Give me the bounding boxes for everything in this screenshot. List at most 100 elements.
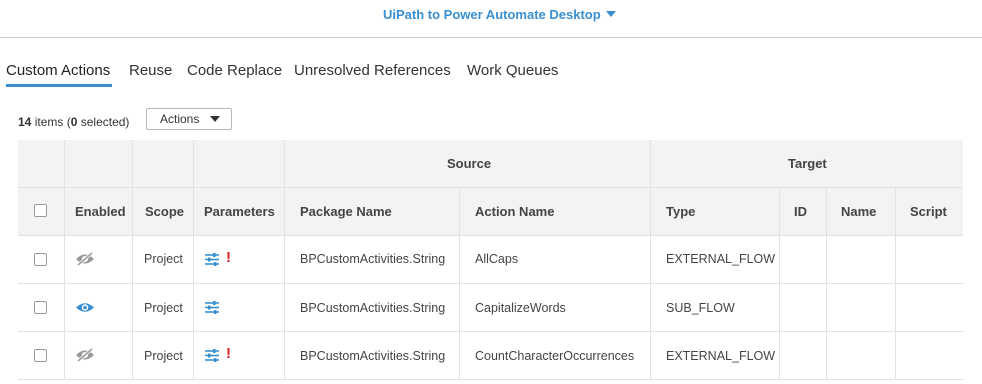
table-row-2-scope: Project (133, 284, 194, 332)
target-group-header: Target (651, 140, 963, 188)
package-name-value: BPCustomActivities.String (300, 301, 446, 315)
table-row-1-script (896, 236, 963, 284)
table-row-3-package: BPCustomActivities.String (285, 332, 460, 380)
table-row-2-name (827, 284, 896, 332)
action-name-value: AllCaps (475, 252, 519, 266)
column-label: Enabled (75, 204, 126, 219)
table-row-3-parameters: ! (194, 332, 285, 380)
row-checkbox[interactable] (34, 349, 47, 362)
row-checkbox[interactable] (34, 301, 47, 314)
column-header-parameters[interactable]: Parameters (194, 188, 285, 236)
column-header-script[interactable]: Script (896, 188, 963, 236)
select-all-cell (18, 188, 65, 236)
header-blank-cell (65, 140, 133, 188)
table-row-1-package: BPCustomActivities.String (285, 236, 460, 284)
table-row-1-scope: Project (133, 236, 194, 284)
tab-code-replace[interactable]: Code Replace (187, 62, 282, 79)
warning-icon: ! (226, 345, 231, 362)
table-row-2-select (18, 284, 65, 332)
source-group-label: Source (447, 156, 492, 171)
table-row-2-action: CapitalizeWords (460, 284, 651, 332)
eye-slash-icon[interactable] (75, 348, 95, 362)
column-label: Scope (145, 204, 185, 219)
header-blank-cell (133, 140, 194, 188)
item-count: 14 (18, 115, 32, 129)
table-row-2-type: SUB_FLOW (651, 284, 780, 332)
column-header-type[interactable]: Type (651, 188, 780, 236)
sliders-icon[interactable] (204, 349, 220, 362)
table-row-2-script (896, 284, 963, 332)
table-row-3-action: CountCharacterOccurrences (460, 332, 651, 380)
column-header-action-name[interactable]: Action Name (460, 188, 651, 236)
type-value: SUB_FLOW (666, 301, 735, 315)
warning-icon: ! (226, 249, 231, 266)
target-group-label: Target (788, 156, 827, 171)
caret-down-icon[interactable] (606, 11, 616, 17)
eye-slash-icon[interactable] (75, 252, 95, 266)
tab-unresolved-references[interactable]: Unresolved References (294, 62, 451, 79)
column-header-package-name[interactable]: Package Name (285, 188, 460, 236)
table-row-1-type: EXTERNAL_FLOW (651, 236, 780, 284)
table-row-2-package: BPCustomActivities.String (285, 284, 460, 332)
type-value: EXTERNAL_FLOW (666, 349, 776, 363)
table-row-3-name (827, 332, 896, 380)
scope-value: Project (144, 301, 183, 315)
table-row-1-parameters: ! (194, 236, 285, 284)
column-label: Name (841, 204, 877, 219)
column-label: Package Name (300, 204, 392, 219)
sliders-icon[interactable] (204, 301, 220, 314)
conversion-header: UiPath to Power Automate Desktop (0, 0, 982, 38)
column-label: ID (794, 204, 807, 219)
custom-actions-table: Source Target Enabled Scope Parameters P… (18, 140, 963, 384)
column-label: Action Name (475, 204, 555, 219)
table-row-3-scope: Project (133, 332, 194, 380)
table-row-2-parameters (194, 284, 285, 332)
actions-dropdown-button[interactable]: Actions (146, 108, 232, 130)
table-row-3-select (18, 332, 65, 380)
items-label: items ( (34, 115, 71, 129)
column-header-enabled[interactable]: Enabled (65, 188, 133, 236)
table-row-3-enabled (65, 332, 133, 380)
column-header-id[interactable]: ID (780, 188, 827, 236)
table-row-3-type: EXTERNAL_FLOW (651, 332, 780, 380)
tab-work-queues[interactable]: Work Queues (467, 62, 558, 79)
row-checkbox[interactable] (34, 253, 47, 266)
caret-down-icon (210, 116, 220, 122)
table-row-1-select (18, 236, 65, 284)
column-label: Script (910, 204, 947, 219)
sliders-icon[interactable] (204, 253, 220, 266)
tab-reuse[interactable]: Reuse (129, 62, 172, 79)
tab-custom-actions[interactable]: Custom Actions (6, 62, 110, 79)
package-name-value: BPCustomActivities.String (300, 349, 446, 363)
column-header-name[interactable]: Name (827, 188, 896, 236)
type-value: EXTERNAL_FLOW (666, 252, 776, 266)
table-row-1-name (827, 236, 896, 284)
select-all-checkbox[interactable] (34, 204, 47, 217)
header-blank-cell (18, 140, 65, 188)
table-row-3-script (896, 332, 963, 380)
table-row-1-enabled (65, 236, 133, 284)
table-row-3-id (780, 332, 827, 380)
tab-bar: Custom Actions Reuse Code Replace Unreso… (0, 54, 982, 86)
selection-count: 14 items (0 selected) (18, 115, 129, 129)
selected-count: 0 (70, 115, 78, 129)
action-name-value: CapitalizeWords (475, 301, 566, 315)
package-name-value: BPCustomActivities.String (300, 252, 446, 266)
scope-value: Project (144, 349, 183, 363)
selected-label: selected) (80, 115, 130, 129)
source-group-header: Source (285, 140, 651, 188)
table-row-1-action: AllCaps (460, 236, 651, 284)
header-blank-cell (194, 140, 285, 188)
table-row-1-id (780, 236, 827, 284)
column-label: Type (666, 204, 696, 219)
table-row-2-id (780, 284, 827, 332)
conversion-selector[interactable]: UiPath to Power Automate Desktop (383, 7, 601, 22)
active-tab-indicator (6, 84, 112, 87)
eye-icon[interactable] (75, 301, 95, 314)
actions-label: Actions (160, 112, 200, 126)
action-name-value: CountCharacterOccurrences (475, 349, 635, 363)
table-row-2-enabled (65, 284, 133, 332)
column-header-scope[interactable]: Scope (133, 188, 194, 236)
scope-value: Project (144, 252, 183, 266)
column-label: Parameters (204, 204, 275, 219)
